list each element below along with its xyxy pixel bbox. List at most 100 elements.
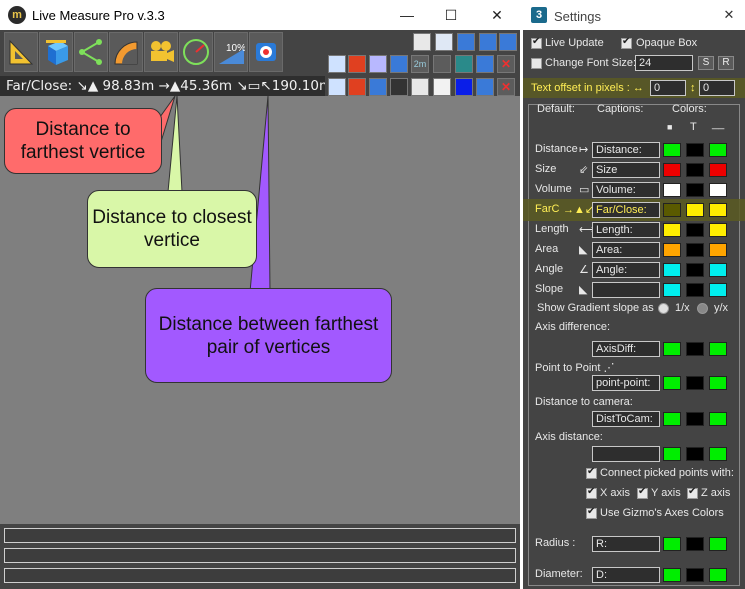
distance-to-camera-label: Distance to camera:	[535, 396, 633, 408]
row-label: Slope	[535, 283, 564, 295]
row-text-swatch[interactable]	[686, 183, 704, 197]
row-line-swatch[interactable]	[709, 263, 727, 277]
gradient-label: Show Gradient slope as	[537, 302, 654, 314]
row-line-swatch[interactable]	[709, 183, 727, 197]
axis-diff-fill-swatch[interactable]	[663, 342, 681, 356]
offset-x-spinner[interactable]: 0	[650, 80, 686, 96]
offset-y-spinner[interactable]: 0	[699, 80, 735, 96]
row-caption-input[interactable]: Length:	[592, 222, 660, 238]
settings-close-button[interactable]: ✕	[719, 5, 739, 25]
connect-picked-checkbox[interactable]	[586, 466, 597, 479]
change-font-size-label: Change Font Size:	[545, 57, 637, 69]
font-size-spinner[interactable]: 24	[635, 55, 693, 71]
r-button[interactable]: R	[718, 56, 734, 70]
row-caption-input[interactable]: Far/Close:	[592, 202, 660, 218]
row-fill-swatch[interactable]	[663, 163, 681, 177]
z-axis-label: Z axis	[701, 487, 731, 499]
y-axis-checkbox[interactable]	[637, 486, 648, 499]
row-fill-swatch[interactable]	[663, 143, 681, 157]
row-label: Distance	[535, 143, 578, 155]
callout-farthest: Distance to farthest vertice	[4, 108, 162, 174]
point-to-point-label: Point to Point ⋰	[535, 362, 615, 374]
row-fill-swatch[interactable]	[663, 183, 681, 197]
diameter-label: Diameter:	[535, 568, 583, 580]
row-line-swatch[interactable]	[709, 163, 727, 177]
row-text-swatch[interactable]	[686, 203, 704, 217]
axis-difference-label: Axis difference:	[535, 321, 611, 333]
row-fill-swatch[interactable]	[663, 263, 681, 277]
axis-diff-text-swatch[interactable]	[686, 342, 704, 356]
status-bar-3	[4, 568, 516, 583]
row-label: Angle	[535, 263, 564, 275]
callout-tails	[139, 95, 271, 293]
gizmo-colors-checkbox[interactable]	[586, 506, 597, 519]
diameter-fill-swatch[interactable]	[663, 568, 681, 582]
gradient-yx-label: y/x	[714, 302, 729, 314]
axis-dist-fill-swatch[interactable]	[663, 447, 681, 461]
status-bar-2	[4, 548, 516, 563]
row-caption-input[interactable]: Area:	[592, 242, 660, 258]
row-caption-input[interactable]	[592, 282, 660, 298]
diameter-line-swatch[interactable]	[709, 568, 727, 582]
offset-y-glyph: ↕	[690, 82, 696, 94]
row-label: Volume	[535, 183, 572, 195]
row-text-swatch[interactable]	[686, 263, 704, 277]
row-text-swatch[interactable]	[686, 283, 704, 297]
radius-caption-input[interactable]: R:	[592, 536, 660, 552]
live-measure-window: m Live Measure Pro v.3.3 — ☐ ✕ 10% 2m ✕ …	[0, 0, 520, 589]
row-text-swatch[interactable]	[686, 223, 704, 237]
live-update-checkbox[interactable]	[531, 36, 542, 49]
row-line-swatch[interactable]	[709, 223, 727, 237]
axis-diff-caption-input[interactable]: AxisDiff:	[592, 341, 660, 357]
row-label: Size	[535, 163, 557, 175]
row-fill-swatch[interactable]	[663, 243, 681, 257]
row-glyph-icon: ▭	[579, 184, 590, 196]
point-point-fill-swatch[interactable]	[663, 376, 681, 390]
opaque-box-checkbox[interactable]	[621, 36, 632, 49]
radius-text-swatch[interactable]	[686, 537, 704, 551]
row-line-swatch[interactable]	[709, 243, 727, 257]
row-fill-swatch[interactable]	[663, 283, 681, 297]
radius-line-swatch[interactable]	[709, 537, 727, 551]
settings-title: Settings	[554, 9, 601, 24]
radius-fill-swatch[interactable]	[663, 537, 681, 551]
gradient-1x-radio[interactable]	[658, 303, 669, 314]
row-fill-swatch[interactable]	[663, 223, 681, 237]
point-point-text-swatch[interactable]	[686, 376, 704, 390]
x-axis-checkbox[interactable]	[586, 486, 597, 499]
status-bar-1	[4, 528, 516, 543]
row-text-swatch[interactable]	[686, 243, 704, 257]
z-axis-checkbox[interactable]	[687, 486, 698, 499]
dist-cam-line-swatch[interactable]	[709, 412, 727, 426]
dist-to-cam-caption-input[interactable]: DistToCam:	[592, 411, 660, 427]
axis-diff-line-swatch[interactable]	[709, 342, 727, 356]
dist-cam-text-swatch[interactable]	[686, 412, 704, 426]
row-caption-input[interactable]: Volume:	[592, 182, 660, 198]
change-font-size-checkbox[interactable]	[531, 58, 542, 69]
diameter-text-swatch[interactable]	[686, 568, 704, 582]
y-axis-label: Y axis	[651, 487, 681, 499]
row-text-swatch[interactable]	[686, 163, 704, 177]
gradient-yx-radio[interactable]	[697, 303, 708, 314]
row-line-swatch[interactable]	[709, 203, 727, 217]
row-fill-swatch[interactable]	[663, 203, 681, 217]
axis-dist-text-swatch[interactable]	[686, 447, 704, 461]
row-caption-input[interactable]: Angle:	[592, 262, 660, 278]
line-column-icon: __	[712, 118, 725, 130]
axis-dist-line-swatch[interactable]	[709, 447, 727, 461]
row-text-swatch[interactable]	[686, 143, 704, 157]
point-point-caption-input[interactable]: point-point:	[592, 375, 660, 391]
row-caption-input[interactable]: Distance:	[592, 142, 660, 158]
row-caption-input[interactable]: Size	[592, 162, 660, 178]
dist-cam-fill-swatch[interactable]	[663, 412, 681, 426]
axis-distance-caption-input[interactable]	[592, 446, 660, 462]
diameter-caption-input[interactable]: D:	[592, 567, 660, 583]
settings-panel: 3 Settings ✕ Live Update Opaque Box Chan…	[523, 0, 745, 589]
s-button[interactable]: S	[698, 56, 714, 70]
status-area	[0, 524, 520, 589]
row-line-swatch[interactable]	[709, 143, 727, 157]
row-line-swatch[interactable]	[709, 283, 727, 297]
opaque-box-label: Opaque Box	[636, 37, 698, 49]
row-label: Area	[535, 243, 559, 255]
point-point-line-swatch[interactable]	[709, 376, 727, 390]
